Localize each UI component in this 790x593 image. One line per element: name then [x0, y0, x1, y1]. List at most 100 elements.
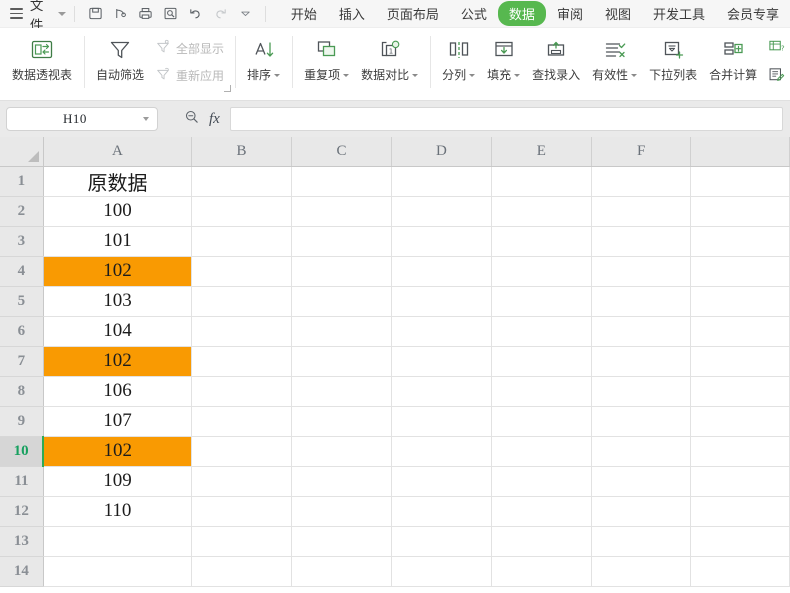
- cell-e12[interactable]: [491, 496, 592, 527]
- chevron-down-icon[interactable]: [343, 74, 350, 77]
- column-header-c[interactable]: C: [291, 137, 392, 167]
- tab-member[interactable]: 会员专享: [716, 1, 790, 26]
- cell-f1[interactable]: [591, 166, 692, 197]
- cell-g10[interactable]: [690, 436, 790, 467]
- cell-d13[interactable]: [391, 526, 492, 557]
- search-minus-icon[interactable]: [184, 109, 200, 130]
- cell-e3[interactable]: [491, 226, 592, 257]
- column-header-b[interactable]: B: [191, 137, 292, 167]
- cell-g4[interactable]: [690, 256, 790, 287]
- column-header-g[interactable]: [690, 137, 790, 167]
- share-icon[interactable]: [108, 3, 132, 25]
- cell-c13[interactable]: [291, 526, 392, 557]
- filter-group-expander-icon[interactable]: [224, 85, 232, 92]
- row-header-1[interactable]: 1: [0, 166, 44, 197]
- split-columns-button[interactable]: 分列: [436, 30, 481, 83]
- cell-c6[interactable]: [291, 316, 392, 347]
- cell-b6[interactable]: [191, 316, 292, 347]
- cell-e2[interactable]: [491, 196, 592, 227]
- show-all-button[interactable]: 全部显示: [150, 37, 229, 60]
- cell-g9[interactable]: [690, 406, 790, 437]
- cell-d6[interactable]: [391, 316, 492, 347]
- cell-b5[interactable]: [191, 286, 292, 317]
- cell-b10[interactable]: [191, 436, 292, 467]
- save-icon[interactable]: [83, 3, 107, 25]
- tab-developer[interactable]: 开发工具: [642, 1, 716, 26]
- cell-d4[interactable]: [391, 256, 492, 287]
- cell-f4[interactable]: [591, 256, 692, 287]
- row-header-5[interactable]: 5: [0, 286, 44, 317]
- row-header-6[interactable]: 6: [0, 316, 44, 347]
- column-header-a[interactable]: A: [43, 137, 193, 167]
- cell-a11[interactable]: 109: [43, 466, 193, 497]
- row-header-10[interactable]: 10: [0, 436, 45, 467]
- column-header-e[interactable]: E: [491, 137, 592, 167]
- cell-g14[interactable]: [690, 556, 790, 587]
- cell-b12[interactable]: [191, 496, 292, 527]
- row-header-13[interactable]: 13: [0, 526, 44, 557]
- print-icon[interactable]: [133, 3, 157, 25]
- cell-g5[interactable]: [690, 286, 790, 317]
- cell-a5[interactable]: 103: [43, 286, 193, 317]
- cell-c2[interactable]: [291, 196, 392, 227]
- cell-g2[interactable]: [690, 196, 790, 227]
- row-header-11[interactable]: 11: [0, 466, 44, 497]
- cell-g6[interactable]: [690, 316, 790, 347]
- cell-c7[interactable]: [291, 346, 392, 377]
- cell-b9[interactable]: [191, 406, 292, 437]
- column-header-d[interactable]: D: [391, 137, 492, 167]
- print-preview-icon[interactable]: [158, 3, 182, 25]
- tab-page-layout[interactable]: 页面布局: [376, 1, 450, 26]
- lookup-entry-button[interactable]: 查找录入: [526, 30, 586, 83]
- cell-c1[interactable]: [291, 166, 392, 197]
- cell-d5[interactable]: [391, 286, 492, 317]
- fill-button[interactable]: 填充: [481, 30, 526, 83]
- chevron-down-icon[interactable]: [143, 117, 149, 121]
- cell-d10[interactable]: [391, 436, 492, 467]
- sort-button[interactable]: 排序: [241, 30, 286, 83]
- row-header-3[interactable]: 3: [0, 226, 44, 257]
- chevron-down-icon[interactable]: [631, 74, 638, 77]
- cell-b1[interactable]: [191, 166, 292, 197]
- cell-c12[interactable]: [291, 496, 392, 527]
- cell-c11[interactable]: [291, 466, 392, 497]
- column-header-f[interactable]: F: [591, 137, 692, 167]
- insert-function-icon[interactable]: fx: [209, 111, 220, 128]
- cell-e13[interactable]: [491, 526, 592, 557]
- cell-c3[interactable]: [291, 226, 392, 257]
- chevron-down-icon[interactable]: [469, 74, 476, 77]
- tab-view[interactable]: 视图: [594, 1, 642, 26]
- record-form-button[interactable]: 记录: [763, 65, 790, 89]
- cell-d11[interactable]: [391, 466, 492, 497]
- row-header-12[interactable]: 12: [0, 496, 44, 527]
- cell-b7[interactable]: [191, 346, 292, 377]
- cell-b8[interactable]: [191, 376, 292, 407]
- tab-review[interactable]: 审阅: [546, 1, 594, 26]
- cell-d14[interactable]: [391, 556, 492, 587]
- cell-g1[interactable]: [690, 166, 790, 197]
- cell-d3[interactable]: [391, 226, 492, 257]
- formula-input[interactable]: [229, 107, 783, 131]
- cell-a8[interactable]: 106: [43, 376, 193, 407]
- cell-e1[interactable]: [491, 166, 592, 197]
- chevron-down-icon[interactable]: [58, 11, 67, 16]
- cell-a3[interactable]: 101: [43, 226, 193, 257]
- duplicate-button[interactable]: 重复项: [298, 30, 355, 83]
- select-all-corner[interactable]: [0, 137, 44, 167]
- what-if-analysis-button[interactable]: ? 模拟: [763, 37, 790, 61]
- cell-g13[interactable]: [690, 526, 790, 557]
- cell-g3[interactable]: [690, 226, 790, 257]
- cell-e8[interactable]: [491, 376, 592, 407]
- cell-a4[interactable]: 102: [43, 256, 193, 287]
- row-header-9[interactable]: 9: [0, 406, 44, 437]
- chevron-down-icon[interactable]: [412, 74, 419, 77]
- autofilter-button[interactable]: 自动筛选: [90, 30, 150, 83]
- row-header-4[interactable]: 4: [0, 256, 44, 287]
- cell-a7[interactable]: 102: [43, 346, 193, 377]
- row-header-14[interactable]: 14: [0, 556, 44, 587]
- cell-e6[interactable]: [491, 316, 592, 347]
- cell-b13[interactable]: [191, 526, 292, 557]
- cell-d9[interactable]: [391, 406, 492, 437]
- cell-c9[interactable]: [291, 406, 392, 437]
- tab-data[interactable]: 数据: [497, 1, 546, 26]
